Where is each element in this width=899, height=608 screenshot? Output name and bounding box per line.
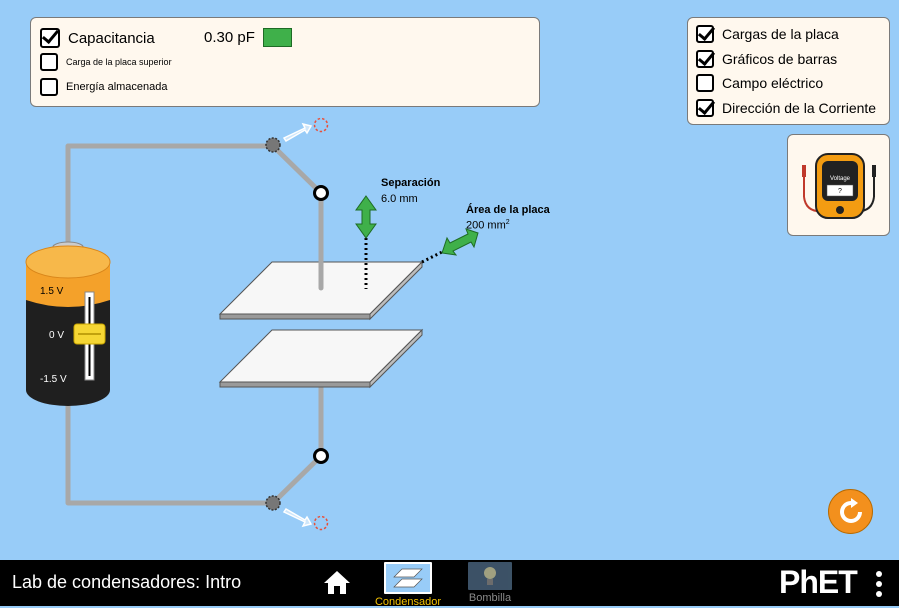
switch-pivot-top: [265, 137, 281, 153]
tab-condensador[interactable]: Condensador: [373, 562, 443, 608]
reset-all-button[interactable]: [828, 489, 873, 534]
current-direction-checkbox[interactable]: [696, 99, 714, 117]
switch-arrow-icon: [282, 507, 313, 528]
battery-tick-zero: 0 V: [49, 330, 65, 341]
plate-charges-checkbox[interactable]: [696, 25, 714, 43]
tab-bombilla-label: Bombilla: [468, 592, 512, 604]
plate-area-unit-sup: 2: [505, 219, 510, 226]
plate-area-handle[interactable]: [421, 228, 479, 264]
bar-graphs-label: Gráficos de barras: [722, 51, 838, 67]
bottom-plate: [218, 328, 424, 389]
capacitance-checkbox-row[interactable]: Capacitancia: [40, 28, 155, 48]
switch-pivot-bottom: [265, 495, 281, 511]
voltmeter-icon[interactable]: [788, 135, 889, 235]
plate-area-label: Área de la placa: [466, 204, 550, 216]
plate-charges-label: Cargas de la placa: [722, 26, 839, 42]
capacitance-value: 0.30 pF: [204, 29, 255, 46]
switch-contact-top: [313, 185, 329, 201]
voltmeter-reading: ?: [838, 188, 842, 195]
current-direction-label: Dirección de la Corriente: [722, 100, 877, 116]
plate-area-number: 200 mm: [466, 219, 506, 232]
capacitance-checkbox[interactable]: [40, 28, 60, 48]
phet-menu-button[interactable]: [873, 570, 885, 598]
stored-energy-checkbox-row[interactable]: Energía almacenada: [40, 78, 168, 96]
stored-energy-label: Energía almacenada: [66, 81, 168, 93]
top-plate-charge-checkbox[interactable]: [40, 53, 58, 71]
bottom-switch[interactable]: [265, 448, 329, 531]
voltmeter-title: Voltage: [829, 176, 851, 182]
bar-graphs-checkbox[interactable]: [696, 50, 714, 68]
bar-graphs-checkbox-row[interactable]: Gráficos de barras: [696, 50, 837, 68]
plate-area-title: Área de la placa: [466, 204, 550, 216]
electric-field-checkbox-row[interactable]: Campo eléctrico: [696, 74, 823, 92]
separation-title: Separación: [381, 177, 441, 189]
top-plate-charge-checkbox-row[interactable]: Carga de la placa superior: [40, 53, 172, 71]
switch-arrow-icon: [282, 122, 313, 143]
reset-icon: [839, 497, 862, 523]
condensador-thumb-icon: [384, 562, 432, 594]
view-options-panel: Cargas de la placa Gráficos de barras Ca…: [687, 17, 890, 125]
measurements-panel: Capacitancia 0.30 pF Carga de la placa s…: [30, 17, 540, 107]
stored-energy-checkbox[interactable]: [40, 78, 58, 96]
navigation-bar: Lab de condensadores: Intro Condensador …: [0, 560, 899, 608]
top-plate-charge-label: Carga de la placa superior: [66, 57, 172, 67]
separation-value: 6.0 mm: [381, 193, 418, 205]
switch-contact-bottom: [313, 448, 329, 464]
switch-alt-contact-top: [313, 117, 329, 133]
more-vertical-icon: [876, 571, 882, 597]
capacitance-bar-icon: [263, 28, 292, 47]
switch-alt-contact-bottom: [313, 515, 329, 531]
app-title: Lab de condensadores: Intro: [12, 572, 242, 592]
top-switch[interactable]: [265, 117, 329, 201]
phet-logo[interactable]: PhET: [779, 564, 858, 601]
electric-field-label: Campo eléctrico: [722, 75, 824, 91]
battery-tick-min: -1.5 V: [40, 374, 67, 385]
plate-area-value: 200 mm2: [466, 219, 510, 232]
separation-label: Separación: [381, 177, 440, 189]
home-button[interactable]: [322, 569, 352, 597]
electric-field-checkbox[interactable]: [696, 74, 714, 92]
plate-charges-checkbox-row[interactable]: Cargas de la placa: [696, 25, 839, 43]
tab-condensador-label: Condensador: [374, 596, 442, 608]
capacitance-label: Capacitancia: [68, 29, 155, 47]
current-direction-checkbox-row[interactable]: Dirección de la Corriente: [696, 99, 876, 117]
bombilla-thumb-icon: [468, 562, 512, 590]
home-icon: [324, 571, 350, 594]
voltmeter-toolbox[interactable]: Voltage ?: [787, 134, 890, 236]
battery-tick-max: 1.5 V: [40, 286, 64, 297]
tab-bombilla[interactable]: Bombilla: [455, 562, 525, 604]
